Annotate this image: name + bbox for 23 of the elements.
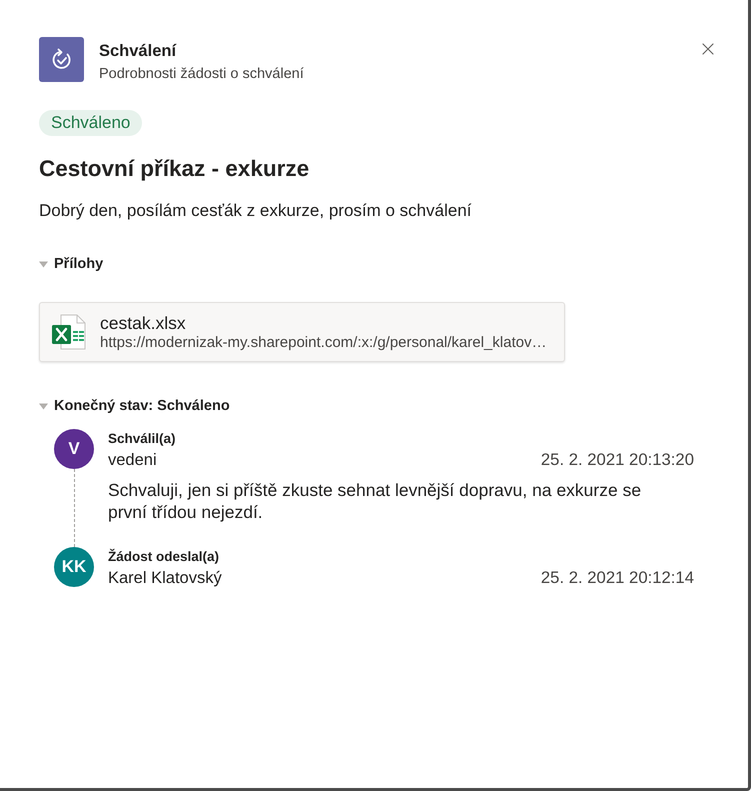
attachment-card[interactable]: cestak.xlsx https://modernizak-my.sharepoint.com/:x:/g/personal/karel_klatov… bbox=[39, 302, 565, 362]
caret-down-icon[interactable] bbox=[39, 260, 48, 268]
person-name: Karel Klatovský bbox=[108, 568, 222, 589]
dialog-title: Schválení bbox=[99, 41, 178, 62]
avatar-initials: V bbox=[54, 429, 94, 469]
timestamp: 25. 2. 2021 20:12:14 bbox=[540, 567, 694, 589]
approval-comment: Schvaluji, jen si příště zkuste sehnat levnější dopravu, na exkurze se první třídou nejezdí. bbox=[108, 479, 642, 523]
timeline-role: Žádost odeslal(a) bbox=[108, 549, 220, 565]
caret-down-icon[interactable] bbox=[39, 402, 48, 410]
request-title: Cestovní příkaz - exkurze bbox=[39, 155, 310, 183]
timestamp: 25. 2. 2021 20:13:20 bbox=[540, 449, 694, 471]
dialog-subtitle: Podrobnosti žádosti o schválení bbox=[99, 65, 304, 83]
file-name: cestak.xlsx bbox=[100, 312, 187, 334]
section-heading: Konečný stav: Schváleno bbox=[54, 397, 230, 415]
section-heading: Přílohy bbox=[54, 255, 104, 273]
status-badge: Schváleno bbox=[39, 110, 142, 136]
avatar-initials: KK bbox=[54, 547, 94, 587]
request-description: Dobrý den, posílám cesťák z exkurze, prosím o schválení bbox=[39, 201, 473, 221]
timeline-role: Schválil(a) bbox=[108, 431, 177, 447]
file-link[interactable]: https://modernizak-my.sharepoint.com/:x:/g/personal/karel_klatov… bbox=[100, 334, 547, 352]
spreadsheet-file-icon bbox=[51, 314, 87, 350]
person-name: vedeni bbox=[108, 450, 157, 471]
refresh-check-icon bbox=[50, 48, 74, 72]
